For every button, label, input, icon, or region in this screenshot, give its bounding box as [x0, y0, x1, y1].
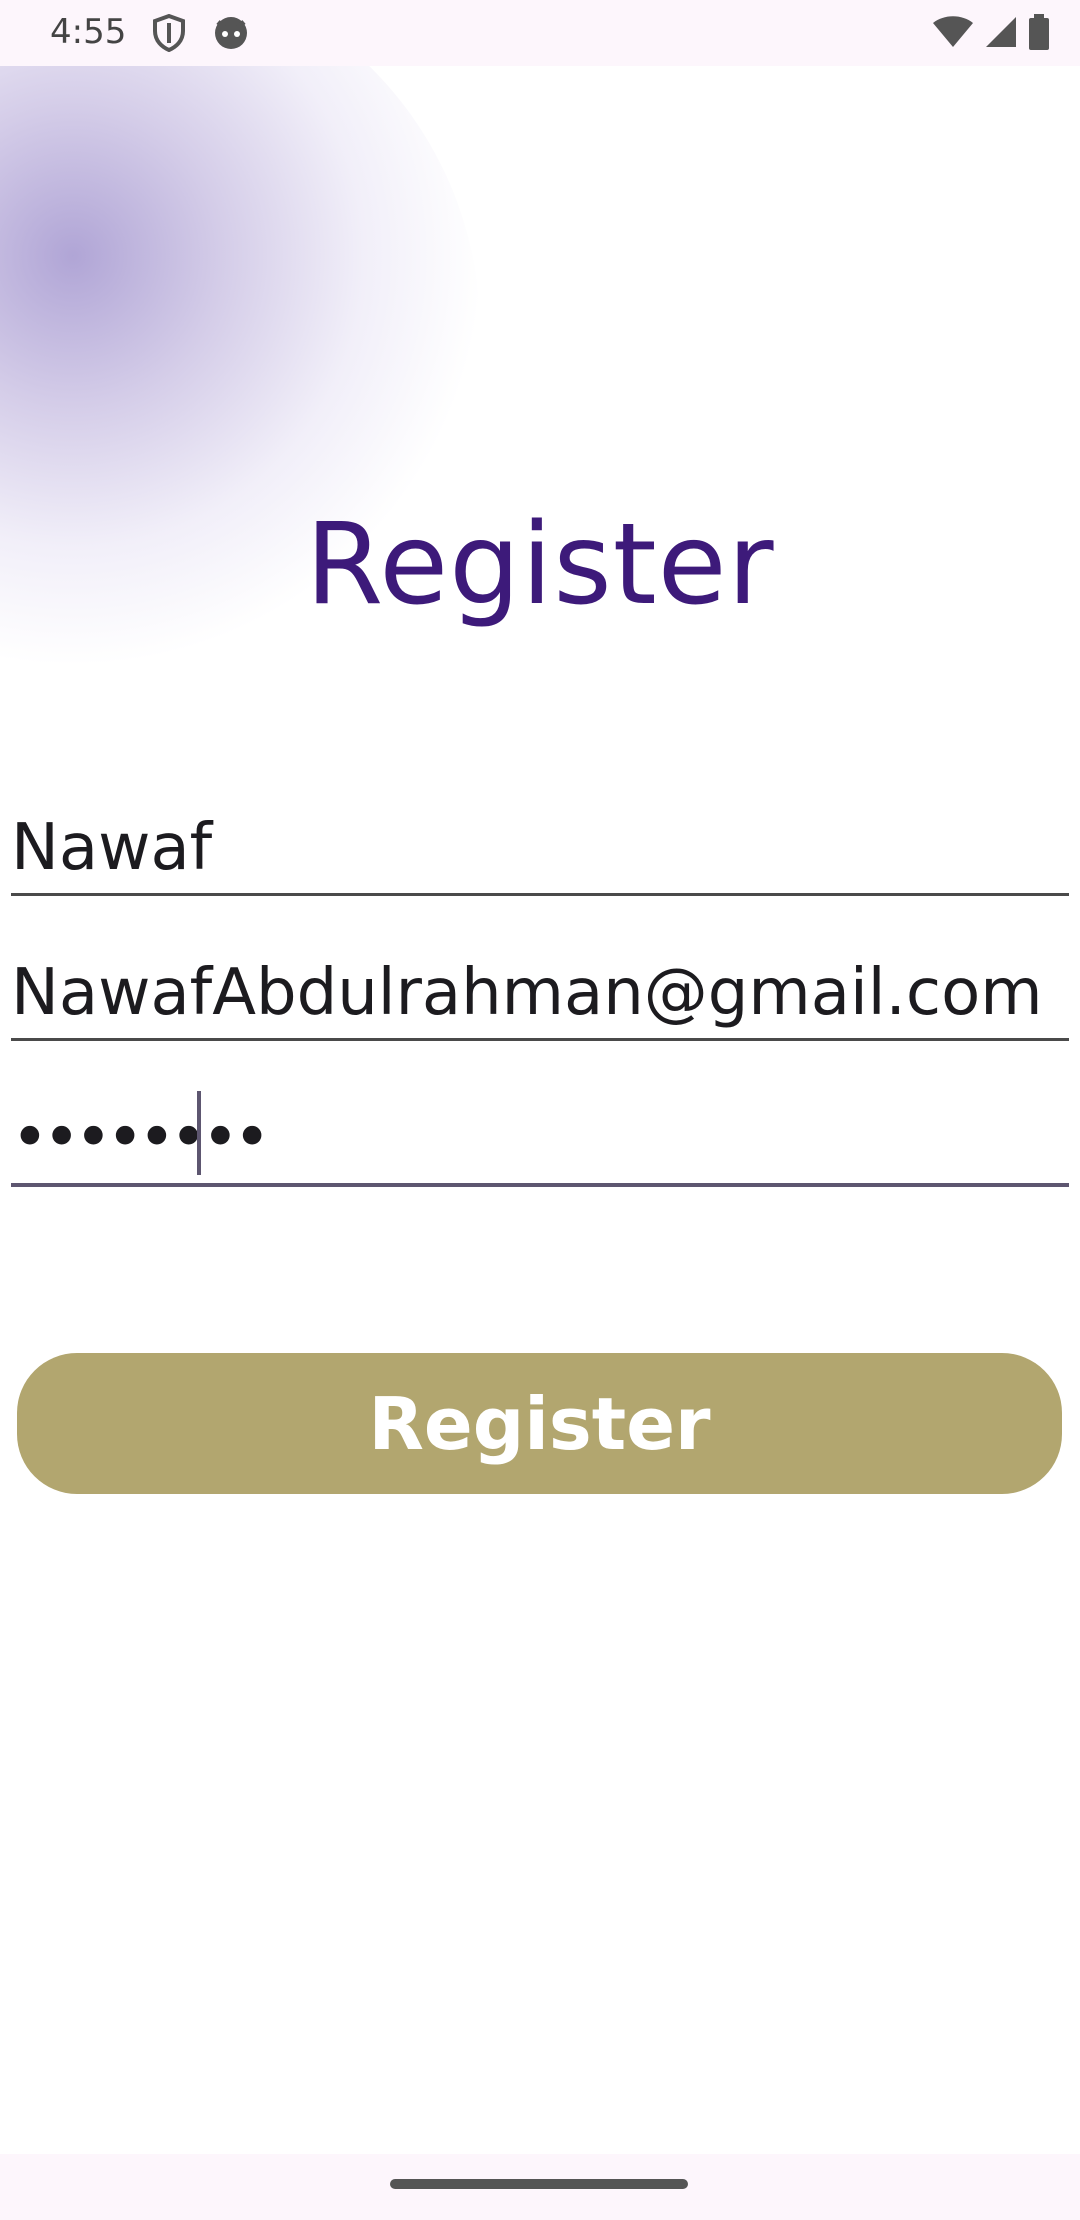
register-screen: 4:55 Register Nawaf NawafAbdulrahman@gma…	[0, 0, 1080, 2220]
email-field[interactable]	[11, 956, 1069, 1041]
shield-icon	[152, 13, 186, 57]
text-cursor	[197, 1091, 201, 1175]
password-field[interactable]	[11, 1091, 1069, 1187]
cellular-signal-icon	[984, 15, 1018, 54]
name-field[interactable]	[11, 811, 1069, 896]
password-input[interactable]	[11, 1101, 1069, 1175]
status-right-icons	[932, 14, 1050, 55]
battery-icon	[1028, 14, 1050, 55]
email-input[interactable]	[11, 956, 1069, 1030]
register-button[interactable]: Register	[17, 1353, 1062, 1494]
wifi-icon	[932, 15, 974, 54]
page-title: Register	[305, 500, 775, 630]
status-time: 4:55	[50, 12, 127, 52]
status-bar: 4:55	[0, 0, 1080, 66]
home-indicator[interactable]	[390, 2179, 688, 2189]
cat-face-icon	[212, 14, 250, 57]
name-input[interactable]	[11, 811, 1069, 885]
